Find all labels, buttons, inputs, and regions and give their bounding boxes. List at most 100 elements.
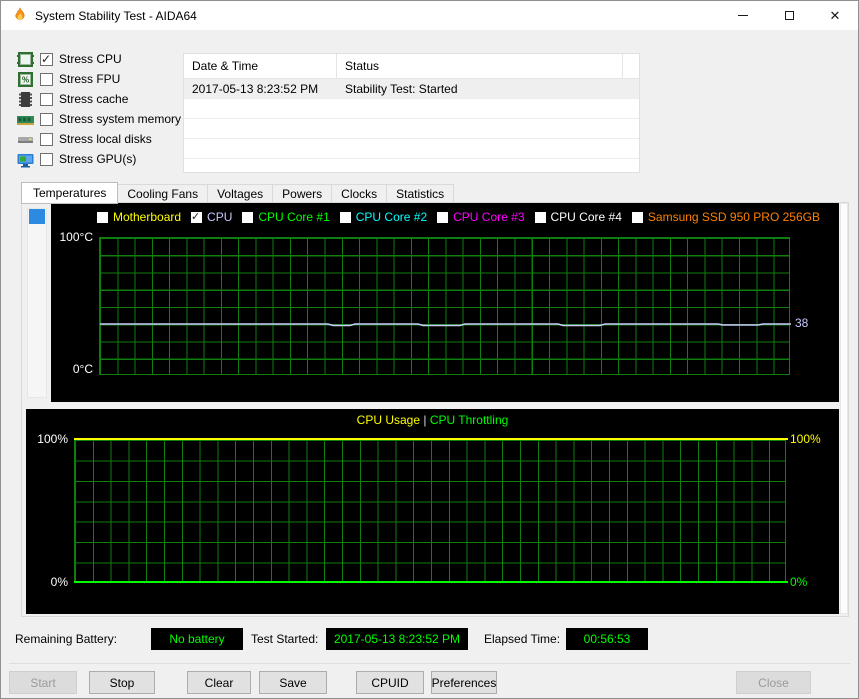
legend-label: CPU Core #2 (355, 210, 428, 224)
stress-option-fpu[interactable]: % Stress FPU (17, 70, 120, 88)
cpuid-button[interactable]: CPUID (356, 671, 424, 694)
table-row-empty (184, 119, 639, 139)
stress-fpu-checkbox[interactable] (40, 72, 53, 86)
stress-cache-checkbox[interactable] (40, 92, 53, 106)
window-title: System Stability Test - AIDA64 (35, 9, 197, 23)
table-row-empty (184, 159, 639, 172)
save-button[interactable]: Save (259, 671, 327, 694)
usage-left-min-label: 0% (50, 575, 68, 589)
tab-clocks[interactable]: Clocks (332, 184, 388, 203)
legend-label: CPU Core #4 (550, 210, 622, 224)
legend-item-cpu-core-1[interactable]: CPU Core #1 (242, 210, 330, 224)
stress-option-label: Stress FPU (59, 72, 121, 86)
column-header-datetime[interactable]: Date & Time (184, 54, 337, 78)
stress-option-label: Stress GPU(s) (59, 152, 137, 166)
legend-checkbox[interactable] (191, 210, 203, 223)
temperature-plot-grid (99, 237, 791, 375)
stress-gpu-checkbox[interactable] (40, 152, 53, 166)
battery-value: No battery (169, 632, 225, 646)
tab-powers[interactable]: Powers (273, 184, 333, 203)
table-row-empty (184, 139, 639, 159)
gpu-monitor-icon (17, 151, 34, 168)
legend-item-cpu-core-2[interactable]: CPU Core #2 (339, 210, 428, 224)
legend-checkbox[interactable] (631, 211, 643, 223)
usage-right-max-label: 100% (790, 432, 821, 446)
stop-button[interactable]: Stop (89, 671, 155, 694)
table-row[interactable]: 2017-05-13 8:23:52 PM Stability Test: St… (184, 79, 639, 99)
stress-option-cache[interactable]: Stress cache (17, 90, 128, 108)
table-header: Date & Time Status (184, 54, 639, 79)
scrollbar-thumb[interactable] (29, 209, 45, 224)
memory-module-icon (17, 111, 34, 128)
minimize-button[interactable] (720, 1, 766, 30)
tab-strip: Temperatures Cooling Fans Voltages Power… (21, 181, 455, 204)
usage-plot-grid (74, 439, 786, 582)
legend-label: CPU Core #3 (453, 210, 525, 224)
table-row-empty (184, 99, 639, 119)
cpu-usage-chart: CPU Usage | CPU Throttling 100% 0% 100% … (26, 409, 839, 614)
preferences-button[interactable]: Preferences (431, 671, 497, 694)
temp-axis-max-label: 100°C (59, 230, 94, 244)
close-button[interactable]: Close (736, 671, 811, 694)
stress-option-cpu[interactable]: Stress CPU (17, 50, 122, 68)
usage-left-max-label: 100% (37, 432, 68, 446)
start-button[interactable]: Start (9, 671, 77, 694)
stress-option-label: Stress CPU (59, 52, 122, 66)
stress-option-label: Stress system memory (59, 112, 182, 126)
usage-chart-title: CPU Usage | CPU Throttling (26, 413, 839, 427)
cell-datetime: 2017-05-13 8:23:52 PM (192, 81, 319, 96)
test-started-value-box: 2017-05-13 8:23:52 PM (326, 628, 468, 650)
right-scrollbar-track[interactable] (840, 203, 848, 614)
temperature-legend: Motherboard CPU CPU Core #1 CPU Core #2 … (97, 209, 820, 225)
flame-icon (15, 7, 25, 20)
maximize-button[interactable] (766, 1, 812, 30)
stress-disks-checkbox[interactable] (40, 132, 53, 146)
fpu-chip-icon: % (17, 71, 34, 88)
elapsed-time-value-box: 00:56:53 (566, 628, 648, 650)
tab-statistics[interactable]: Statistics (387, 184, 455, 203)
legend-item-cpu-core-3[interactable]: CPU Core #3 (437, 210, 525, 224)
clear-button[interactable]: Clear (187, 671, 251, 694)
legend-label: CPU Core #1 (258, 210, 330, 224)
close-window-button[interactable]: ✕ (812, 1, 858, 30)
legend-item-ssd[interactable]: Samsung SSD 950 PRO 256GB (631, 210, 820, 224)
cpu-temperature-line (100, 323, 791, 327)
close-icon: ✕ (829, 8, 841, 23)
temp-axis-min-label: 0°C (72, 362, 93, 376)
hard-disk-icon (17, 131, 34, 148)
battery-label: Remaining Battery: (15, 632, 118, 646)
vertical-scrollbar[interactable] (27, 208, 47, 398)
stress-option-memory[interactable]: Stress system memory (17, 110, 181, 128)
legend-checkbox[interactable] (437, 211, 449, 223)
legend-checkbox[interactable] (339, 211, 351, 223)
legend-item-motherboard[interactable]: Motherboard (97, 210, 181, 224)
stress-option-label: Stress cache (59, 92, 129, 106)
legend-checkbox[interactable] (534, 211, 546, 223)
tab-voltages[interactable]: Voltages (208, 184, 274, 203)
column-header-status[interactable]: Status (337, 54, 623, 78)
usage-title-secondary: CPU Throttling (429, 413, 509, 427)
legend-item-cpu-core-4[interactable]: CPU Core #4 (534, 210, 622, 224)
stress-memory-checkbox[interactable] (40, 112, 53, 126)
legend-checkbox[interactable] (97, 211, 108, 223)
cell-status: Stability Test: Started (345, 81, 458, 96)
tab-cooling-fans[interactable]: Cooling Fans (118, 184, 209, 203)
stress-option-disks[interactable]: Stress local disks (17, 130, 152, 148)
cpu-throttling-line (74, 581, 788, 583)
cpu-usage-line (74, 438, 788, 440)
stress-cpu-checkbox[interactable] (40, 52, 53, 66)
legend-label: Samsung SSD 950 PRO 256GB (647, 210, 820, 224)
battery-value-box: No battery (151, 628, 243, 650)
temperature-chart: Motherboard CPU CPU Core #1 CPU Core #2 … (51, 203, 839, 402)
cpu-chip-icon (17, 51, 34, 68)
legend-label: Motherboard (113, 210, 182, 224)
test-started-value: 2017-05-13 8:23:52 PM (333, 632, 461, 646)
cache-chip-icon (17, 91, 34, 108)
svg-text:%: % (22, 75, 29, 84)
tab-temperatures[interactable]: Temperatures (21, 182, 119, 204)
stress-option-gpu[interactable]: Stress GPU(s) (17, 150, 136, 168)
temp-current-value: 38 (795, 316, 809, 330)
legend-item-cpu[interactable]: CPU (191, 210, 232, 224)
legend-checkbox[interactable] (242, 211, 254, 223)
maximize-icon (784, 11, 794, 20)
